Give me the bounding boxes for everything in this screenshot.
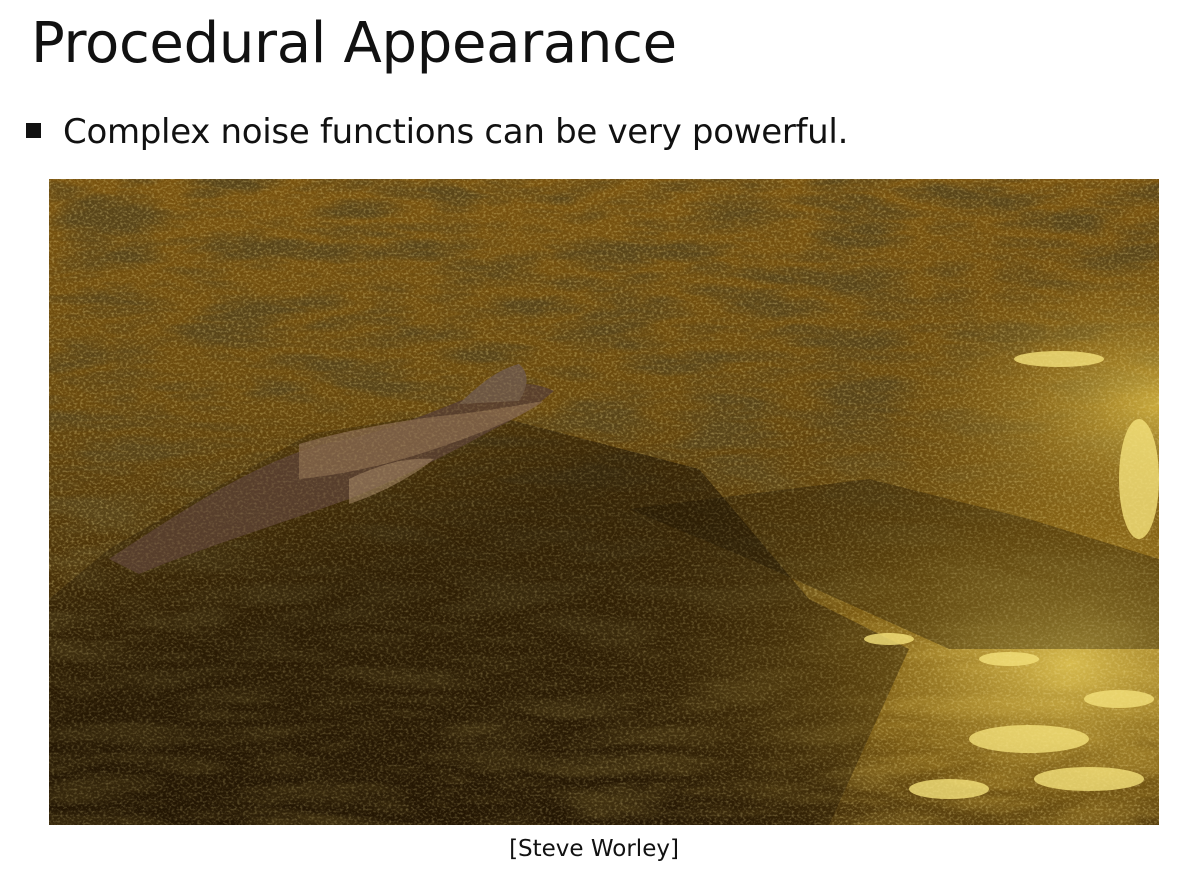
bullet-square-icon: [26, 122, 41, 138]
image-caption: [Steve Worley]: [509, 836, 679, 862]
bullet-item: Complex noise functions can be very powe…: [26, 110, 848, 154]
bullet-text: Complex noise functions can be very powe…: [63, 112, 849, 152]
ocean-render-image: [49, 179, 1159, 825]
slide-title: Procedural Appearance: [31, 11, 677, 76]
